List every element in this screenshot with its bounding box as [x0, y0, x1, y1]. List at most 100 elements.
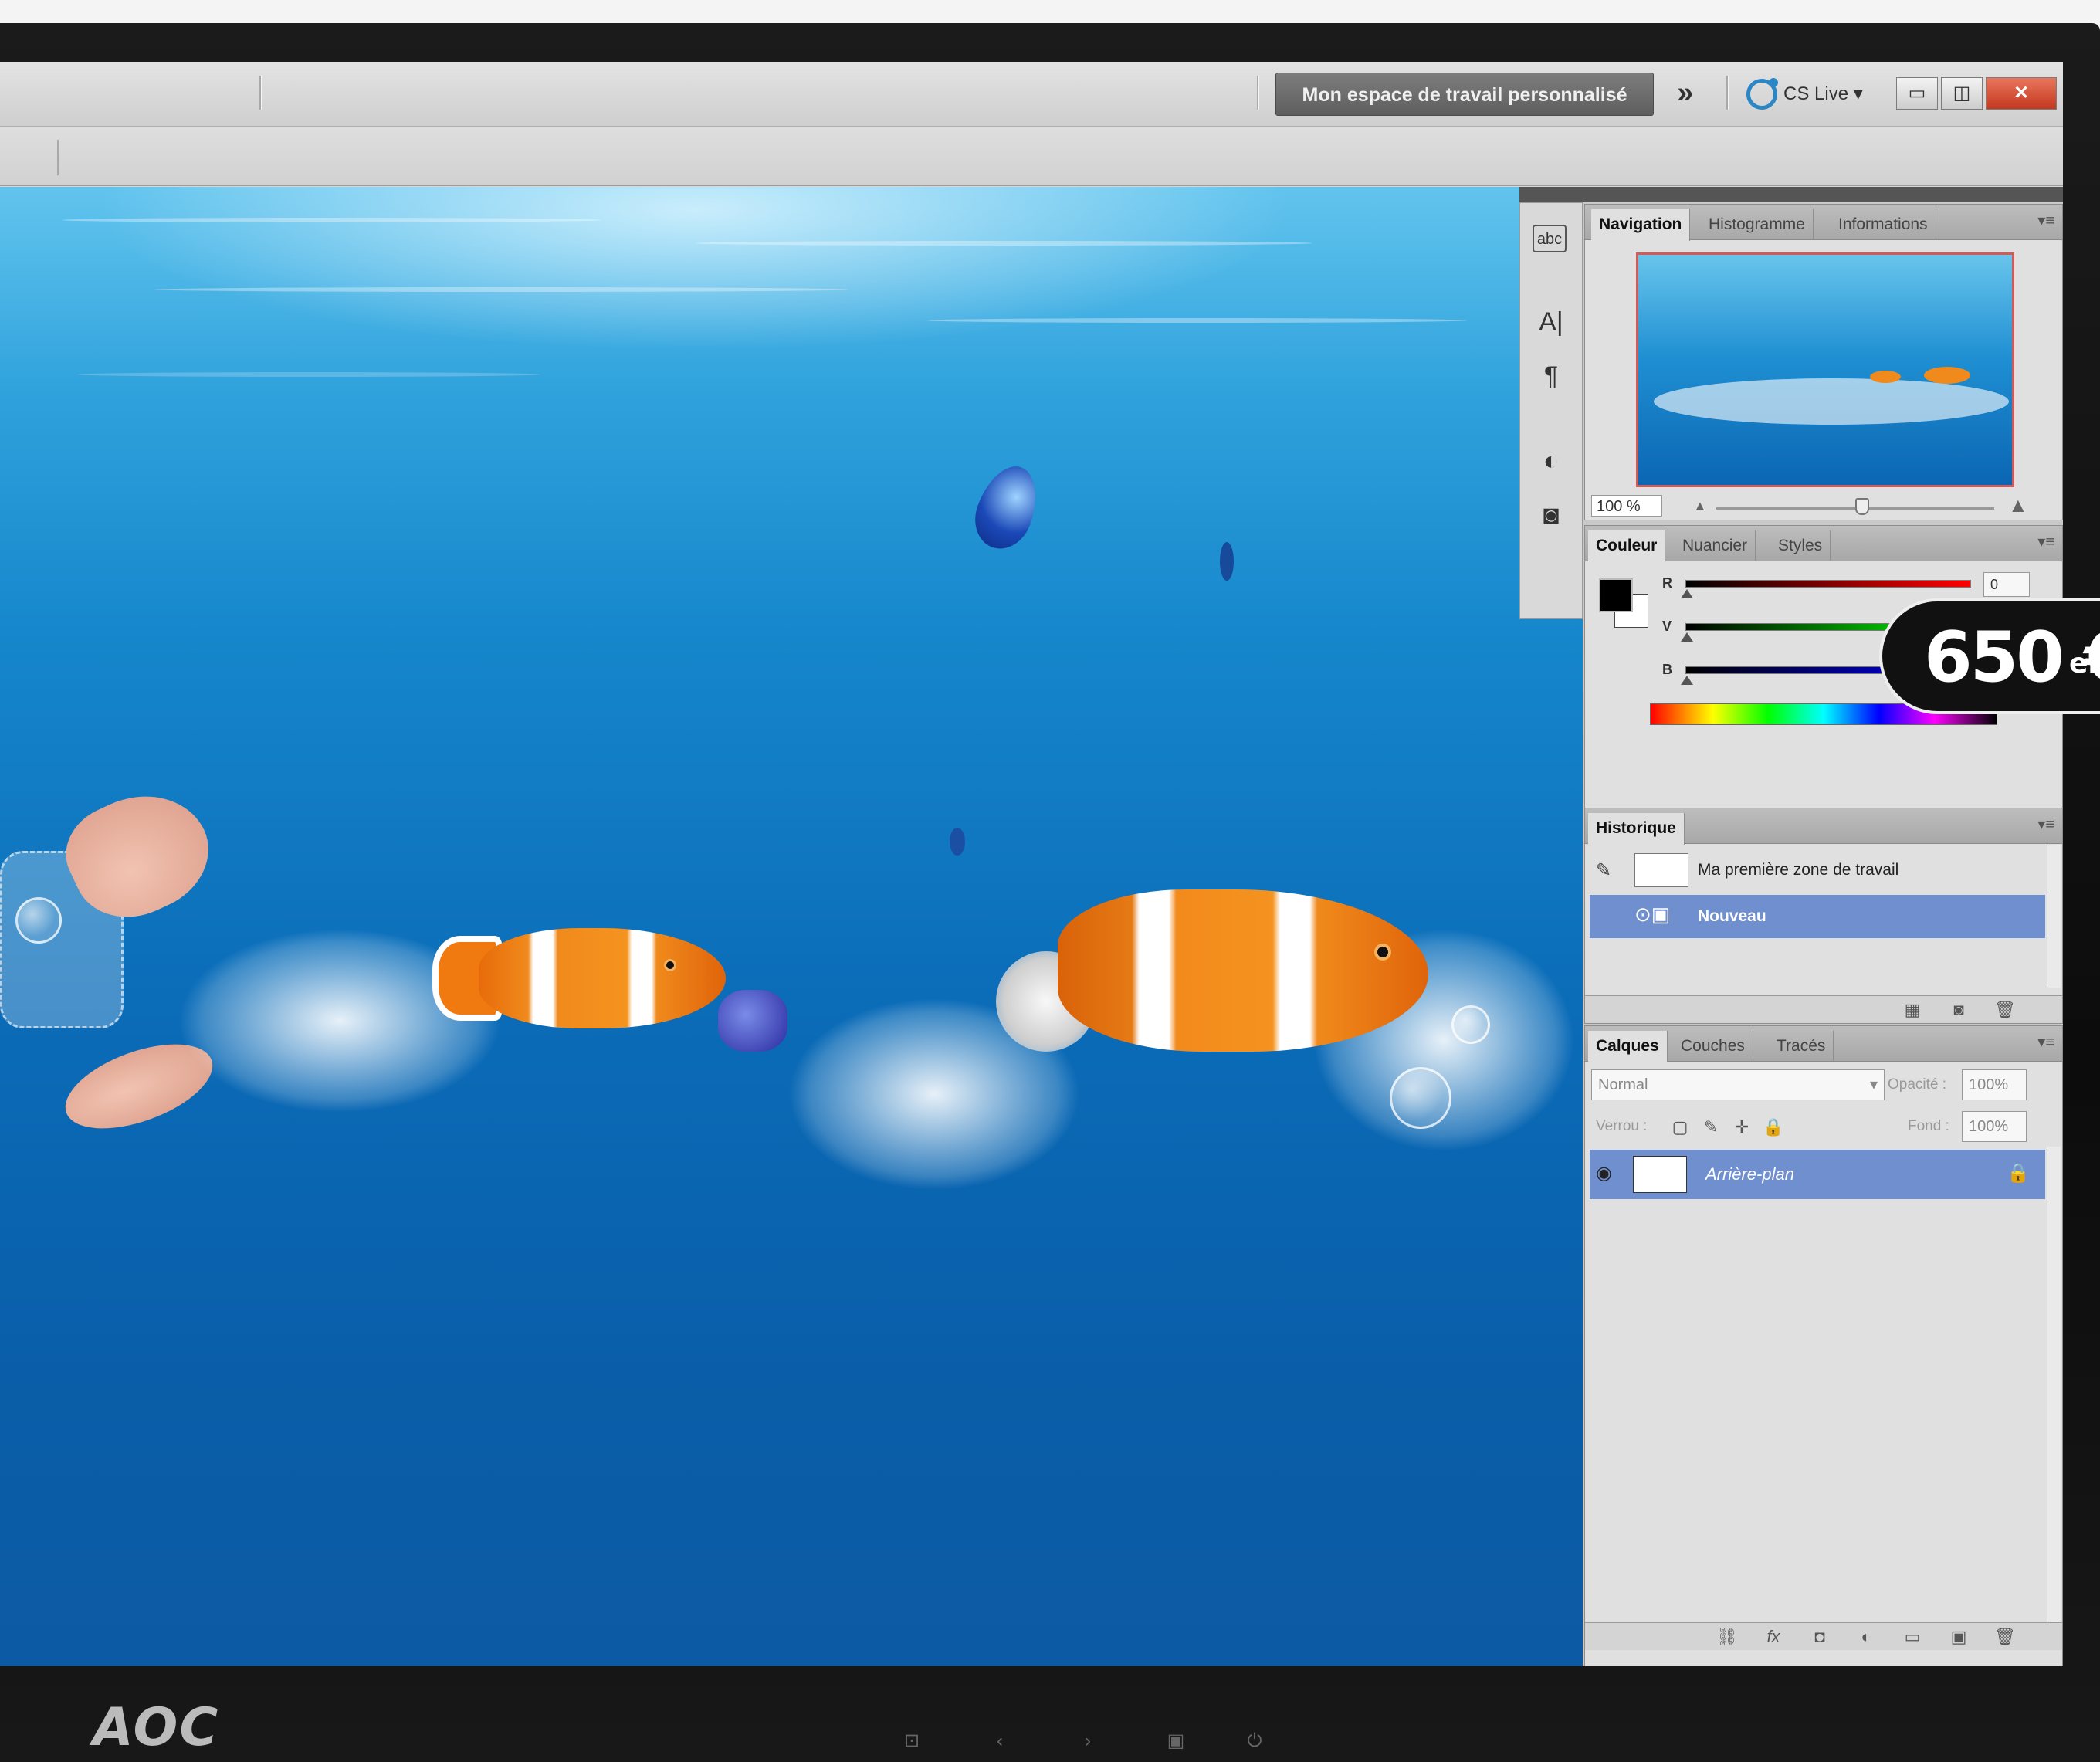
fill-field[interactable]: 100%: [1962, 1111, 2027, 1142]
navigation-tabs: Navigation Histogramme Informations ▾≡: [1585, 205, 2062, 241]
blend-mode-value: Normal: [1598, 1076, 1648, 1093]
panel-menu-icon[interactable]: ▾≡: [2037, 211, 2054, 230]
water-ripple: [62, 218, 602, 222]
workspace-switcher-button[interactable]: Mon espace de travail personnalisé: [1275, 73, 1654, 116]
lock-transparency-icon[interactable]: ▢: [1670, 1117, 1690, 1137]
red-slider[interactable]: [1685, 580, 1971, 588]
history-snapshot-row[interactable]: ✎ Ma première zone de travail: [1590, 849, 2045, 892]
adjustments-icon[interactable]: ◐: [1533, 442, 1570, 479]
cs-live-icon: [1746, 78, 1778, 110]
layers-scrollbar[interactable]: [2047, 1147, 2061, 1641]
preview-bubbles: [1654, 378, 2009, 425]
minimize-button[interactable]: ▭: [1896, 77, 1938, 110]
preview-fish: [1924, 367, 1970, 384]
lock-label: Verrou :: [1596, 1118, 1648, 1134]
water-ripple: [154, 287, 849, 292]
monitor-menu-button-icon[interactable]: ⊡: [900, 1730, 923, 1753]
fish-body: [1058, 889, 1428, 1052]
layers-tabs: Calques Couches Tracés ▾≡: [1585, 1026, 2062, 1062]
lock-all-icon[interactable]: 🔒: [1763, 1117, 1783, 1137]
tab-navigation[interactable]: Navigation: [1591, 209, 1691, 241]
lock-pixels-icon[interactable]: ✎: [1701, 1117, 1721, 1137]
tab-historique[interactable]: Historique: [1588, 813, 1685, 845]
history-scrollbar[interactable]: [2047, 845, 2061, 988]
foreground-color-swatch[interactable]: [1599, 578, 1633, 612]
new-document-icon[interactable]: ▦: [1902, 999, 1923, 1021]
monitor-power-button-icon[interactable]: ⏻: [1243, 1730, 1266, 1753]
paragraph-icon[interactable]: ¶: [1533, 357, 1570, 395]
cs-live-label: CS Live ▾: [1783, 83, 1863, 104]
visibility-eye-icon[interactable]: ◉: [1596, 1162, 1612, 1184]
fish-body: [479, 928, 726, 1028]
tab-traces[interactable]: Tracés: [1769, 1031, 1834, 1062]
water-ripple: [695, 241, 1312, 246]
panel-menu-icon[interactable]: ▾≡: [2037, 1032, 2054, 1052]
blue-slider-thumb[interactable]: [1681, 676, 1693, 685]
green-slider-thumb[interactable]: [1681, 632, 1693, 642]
tab-informations[interactable]: Informations: [1831, 209, 1936, 240]
red-slider-thumb[interactable]: [1681, 589, 1693, 598]
monitor-right-button-icon[interactable]: ›: [1076, 1730, 1099, 1753]
water-ripple: [77, 372, 540, 377]
water-drop: [966, 458, 1048, 557]
tab-couleur[interactable]: Couleur: [1588, 530, 1666, 562]
blend-mode-select[interactable]: Normal ▾: [1591, 1069, 1885, 1100]
trash-icon[interactable]: 🗑: [1994, 999, 2016, 1021]
monitor-left-button-icon[interactable]: ‹: [988, 1730, 1011, 1753]
more-workspaces-button[interactable]: »: [1666, 69, 1705, 116]
options-bar: [0, 127, 2063, 186]
history-item-label: Ma première zone de travail: [1698, 861, 1899, 879]
character-icon[interactable]: A|: [1533, 303, 1570, 341]
bubble: [15, 897, 62, 944]
history-footer: ▦ ◙ 🗑: [1585, 995, 2062, 1023]
price-badge: 650 € en: [1879, 598, 2100, 714]
trash-icon[interactable]: 🗑: [1994, 1626, 2016, 1648]
zoom-slider-thumb[interactable]: [1855, 498, 1869, 515]
navigator-preview[interactable]: [1636, 252, 2014, 487]
mask-icon[interactable]: ◙: [1533, 496, 1570, 534]
history-item-label: Nouveau: [1698, 907, 1766, 925]
layers-footer: ⛓ fx ◘ ◐ ▭ ▣ 🗑: [1585, 1622, 2062, 1650]
price-suffix: en: [2069, 648, 2100, 679]
history-state-icon: ⊙▣: [1634, 903, 1671, 926]
add-mask-icon[interactable]: ◘: [1809, 1626, 1831, 1648]
history-brush-icon[interactable]: ✎: [1596, 859, 1611, 882]
adjustment-layer-icon[interactable]: ◐: [1855, 1626, 1877, 1648]
panel-menu-icon[interactable]: ▾≡: [2037, 532, 2054, 551]
layer-row[interactable]: ◉ Arrière-plan 🔒: [1590, 1150, 2045, 1199]
snapshot-thumbnail: [1634, 853, 1688, 887]
tab-calques[interactable]: Calques: [1588, 1031, 1668, 1062]
water-drop: [950, 828, 965, 856]
navigation-panel: Navigation Histogramme Informations ▾≡ 1…: [1584, 204, 2063, 520]
close-button[interactable]: ✕: [1986, 77, 2057, 110]
tab-couches[interactable]: Couches: [1673, 1031, 1753, 1062]
group-folder-icon[interactable]: ▭: [1902, 1626, 1923, 1648]
zoom-out-icon[interactable]: ▲: [1693, 498, 1707, 514]
zoom-field[interactable]: 100 %: [1591, 495, 1662, 517]
panel-menu-icon[interactable]: ▾≡: [2037, 815, 2054, 834]
fish-eye: [664, 959, 676, 971]
monitor-auto-button-icon[interactable]: ▣: [1164, 1730, 1187, 1753]
tab-styles[interactable]: Styles: [1770, 530, 1831, 561]
cs-live-menu[interactable]: CS Live ▾: [1746, 73, 1876, 116]
tab-histogramme[interactable]: Histogramme: [1701, 209, 1814, 240]
red-value-field[interactable]: 0: [1983, 572, 2030, 597]
fx-icon[interactable]: fx: [1763, 1626, 1784, 1648]
camera-snapshot-icon[interactable]: ◙: [1948, 999, 1970, 1021]
link-layers-icon[interactable]: ⛓: [1716, 1626, 1738, 1648]
opacity-label: Opacité :: [1888, 1076, 1947, 1093]
maximize-button[interactable]: ◫: [1941, 77, 1983, 110]
tab-nuancier[interactable]: Nuancier: [1675, 530, 1756, 561]
layers-panel: Calques Couches Tracés ▾≡ Normal ▾ Opaci…: [1584, 1025, 2063, 1666]
history-state-row[interactable]: ⊙▣ Nouveau: [1590, 895, 2045, 938]
channel-label: R: [1662, 575, 1672, 591]
zoom-in-icon[interactable]: ▲: [2008, 493, 2028, 517]
document-canvas[interactable]: [0, 187, 1583, 1666]
fish-eye: [1374, 944, 1391, 961]
new-layer-icon[interactable]: ▣: [1948, 1626, 1970, 1648]
history-tabs: Historique ▾≡: [1585, 808, 2062, 845]
opacity-field[interactable]: 100%: [1962, 1069, 2027, 1100]
lock-position-icon[interactable]: ✛: [1732, 1117, 1752, 1137]
appbar-separator: [1726, 76, 1729, 110]
abc-icon[interactable]: abc: [1533, 225, 1567, 252]
